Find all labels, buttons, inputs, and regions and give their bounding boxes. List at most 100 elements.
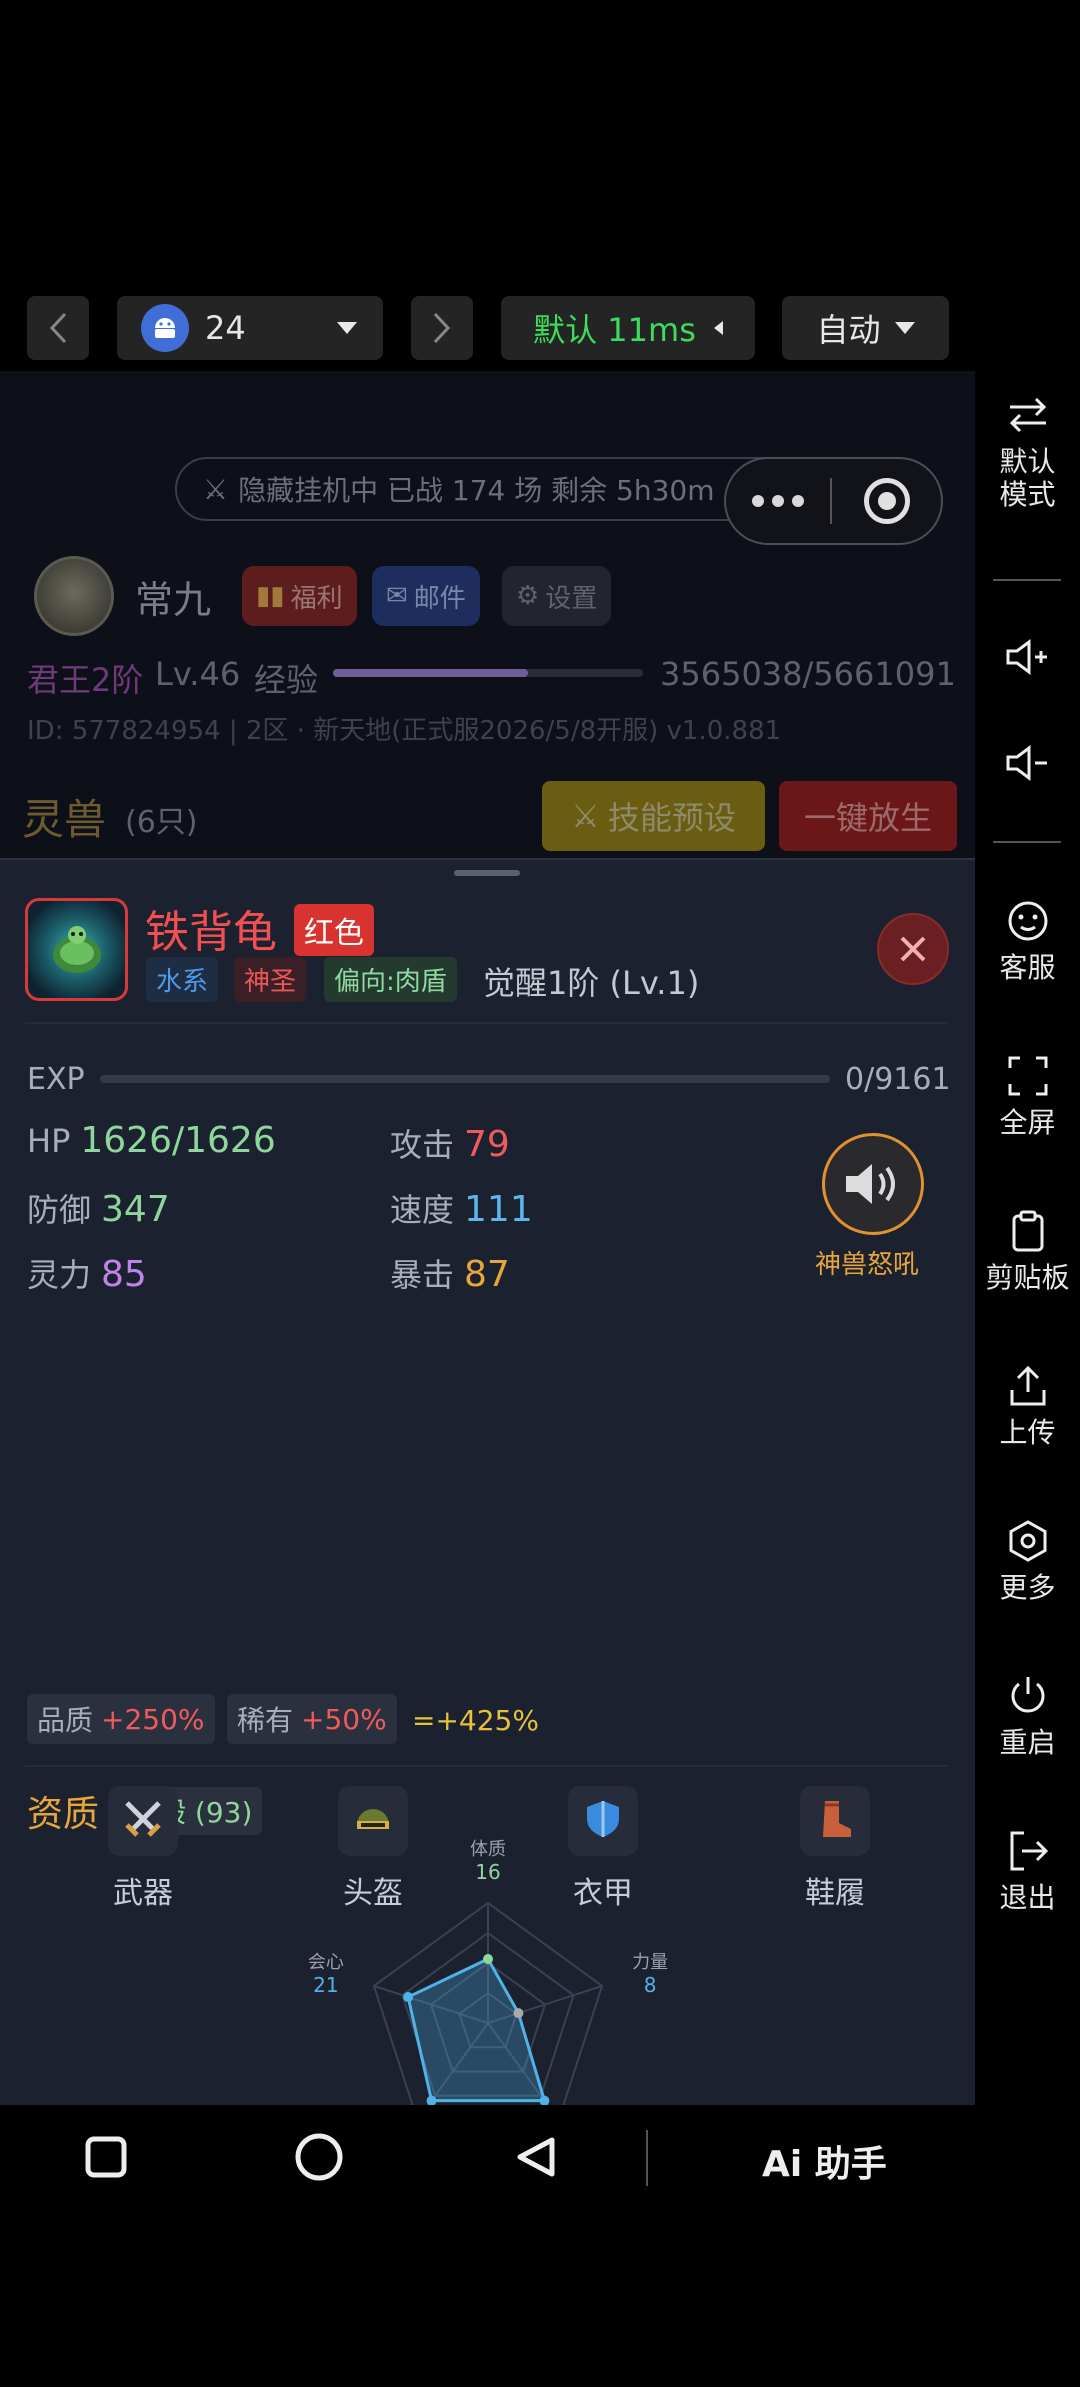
- equipment-slot-1[interactable]: [108, 1786, 178, 1856]
- idle-status-pill: ⚔ 隐藏挂机中 已战 174 场 剩余 5h30m: [175, 457, 800, 521]
- cloud-phone-sidebar: 默认 模式 客服 全屏 剪贴板 上传 更多 重启 退出: [975, 371, 1080, 2105]
- more-dots-button[interactable]: [726, 495, 830, 507]
- equipment-label: 武器: [113, 1876, 173, 1911]
- ai-assistant-button[interactable]: Ai 助手: [762, 2135, 887, 2187]
- caret-down-icon: [894, 322, 915, 334]
- radar-axis-value: 21: [313, 1973, 338, 1997]
- idle-status-text: 隐藏挂机中 已战 174 场 剩余 5h30m: [238, 474, 715, 507]
- dimmed-background: ⚔ 隐藏挂机中 已战 174 场 剩余 5h30m 常九 ▮▮ 福利 ✉ 邮件 …: [0, 371, 975, 858]
- gift-icon: ▮▮: [256, 581, 285, 611]
- sidebar-upload[interactable]: 上传: [975, 1364, 1080, 1449]
- sidebar-customer-service[interactable]: 客服: [975, 899, 1080, 984]
- boot-icon: [813, 1797, 857, 1845]
- fullscreen-icon: [1008, 1056, 1047, 1096]
- pet-exp-bar: [100, 1075, 830, 1083]
- helmet-icon: [351, 1797, 395, 1845]
- release-all-label: 一键放生: [803, 799, 932, 837]
- settings-button[interactable]: ⚙ 设置: [502, 566, 612, 626]
- sidebar-exit[interactable]: 退出: [975, 1829, 1080, 1914]
- close-button[interactable]: [877, 913, 949, 985]
- equipment-slot-3[interactable]: [568, 1786, 638, 1856]
- android-icon: [141, 304, 189, 352]
- mail-icon: ✉: [386, 581, 408, 611]
- quality-chip: 品质 +250%: [27, 1694, 215, 1744]
- player-avatar[interactable]: [34, 556, 114, 636]
- drag-handle[interactable]: [454, 870, 520, 876]
- volume-up-button[interactable]: [1005, 639, 1049, 679]
- aptitude-title: 资质: [27, 1794, 100, 1835]
- exit-icon: [1010, 1831, 1048, 1871]
- player-level: Lv.46: [155, 655, 241, 693]
- defense-stat: 防御 347: [27, 1189, 170, 1230]
- record-button[interactable]: [832, 478, 941, 524]
- mail-button[interactable]: ✉ 邮件: [372, 566, 480, 626]
- rarity-badge: 红色: [294, 904, 374, 956]
- bias-badge: 偏向:肉盾: [324, 957, 457, 1002]
- chevron-right-icon: [433, 312, 451, 344]
- speaker-icon: [846, 1164, 895, 1204]
- radar-point: [403, 1992, 414, 2003]
- armor-icon: [581, 1797, 625, 1845]
- release-all-button[interactable]: 一键放生: [779, 781, 957, 851]
- sidebar-default-mode[interactable]: 默认 模式: [975, 393, 1080, 511]
- navigation-bar: Ai 助手: [0, 2105, 975, 2210]
- player-id-line: ID: 577824954 | 2区 · 新天地(正式服2026/5/8开服) …: [27, 716, 782, 746]
- radar-point: [513, 2008, 524, 2019]
- volume-up-icon: [1006, 639, 1047, 675]
- sidebar-more[interactable]: 更多: [975, 1519, 1080, 1604]
- skill-horn-button[interactable]: [822, 1133, 924, 1235]
- caret-left-icon: [713, 321, 723, 335]
- caret-down-icon: [337, 322, 357, 334]
- rare-chip: 稀有 +50%: [227, 1694, 397, 1744]
- sidebar-clipboard[interactable]: 剪贴板: [975, 1209, 1080, 1294]
- mode-selector[interactable]: 自动: [782, 296, 949, 360]
- back-button[interactable]: [27, 296, 89, 360]
- device-selector[interactable]: 24: [117, 296, 383, 360]
- skill-preset-label: 技能预设: [607, 799, 736, 837]
- beast-count: (6只): [125, 805, 198, 840]
- equipment-label: 衣甲: [573, 1876, 633, 1911]
- welfare-label: 福利: [290, 583, 343, 614]
- awaken-label: 觉醒1阶 (Lv.1): [483, 964, 700, 1002]
- player-exp-value: 3565038/5661091: [660, 655, 956, 693]
- triangle-back-icon: [517, 2137, 555, 2177]
- turtle-icon: [25, 898, 128, 1001]
- support-icon: [1008, 901, 1047, 941]
- back-nav-button[interactable]: [504, 2125, 568, 2189]
- mail-label: 邮件: [413, 583, 466, 614]
- record-icon: [863, 478, 910, 524]
- sidebar-restart[interactable]: 重启: [975, 1674, 1080, 1759]
- latency-selector[interactable]: 默认 11ms: [501, 296, 755, 360]
- crossed-swords-icon: ⚔: [203, 472, 229, 506]
- exp-label: 经验: [254, 661, 319, 699]
- device-label: 24: [205, 309, 246, 347]
- beast-title: 灵兽: [22, 795, 107, 844]
- settings-label: 设置: [545, 583, 598, 614]
- forward-button[interactable]: [411, 296, 473, 360]
- chevron-left-icon: [49, 312, 67, 344]
- mode-label: 自动: [816, 311, 881, 349]
- home-button[interactable]: [287, 2125, 351, 2189]
- pet-name: 铁背龟: [145, 907, 277, 958]
- skill-preset-button[interactable]: ⚔ 技能预设: [542, 781, 765, 851]
- circle-icon: [295, 2133, 343, 2181]
- upload-icon: [1010, 1365, 1045, 1406]
- sword-icon: [121, 1797, 165, 1845]
- volume-down-icon: [1006, 745, 1047, 781]
- equipment-label: 头盔: [343, 1876, 403, 1911]
- gear-icon: ⚙: [516, 581, 540, 611]
- equipment-slot-2[interactable]: [338, 1786, 408, 1856]
- welfare-button[interactable]: ▮▮ 福利: [242, 566, 357, 626]
- speed-stat: 速度 111: [390, 1189, 533, 1230]
- attack-stat: 攻击 79: [390, 1124, 510, 1165]
- hexagon-settings-icon: [1009, 1520, 1046, 1562]
- radar-axis-value: 16: [475, 1860, 500, 1884]
- close-icon: [900, 936, 926, 962]
- pet-detail-panel: 铁背龟 红色 水系 神圣 偏向:肉盾 觉醒1阶 (Lv.1) EXP 0/916…: [0, 858, 975, 2105]
- volume-down-button[interactable]: [1005, 745, 1049, 785]
- sidebar-fullscreen[interactable]: 全屏: [975, 1054, 1080, 1139]
- recents-button[interactable]: [74, 2125, 138, 2189]
- player-name: 常九: [135, 578, 212, 622]
- equipment-slot-4[interactable]: [800, 1786, 870, 1856]
- element-badge: 水系: [146, 957, 219, 1002]
